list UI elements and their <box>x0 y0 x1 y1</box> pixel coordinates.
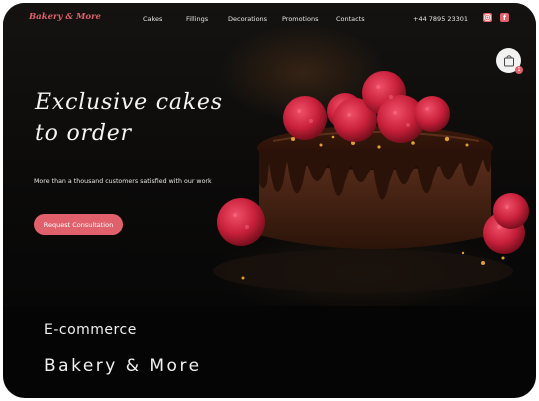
hero-title-line-2: to order <box>35 121 132 146</box>
nav-item-decorations[interactable]: Decorations <box>228 15 267 23</box>
nav-item-contacts[interactable]: Contacts <box>336 15 365 23</box>
cake-image <box>213 71 529 293</box>
footer-title: E-commerce <box>44 322 137 338</box>
instagram-icon[interactable] <box>483 13 492 22</box>
footer-subtitle: Bakery & More <box>44 356 202 376</box>
facebook-icon[interactable]: f <box>500 13 509 22</box>
phone-number[interactable]: +44 7895 23301 <box>413 15 468 23</box>
request-consultation-button[interactable]: Request Consultation <box>34 214 123 235</box>
shopping-bag-icon <box>503 55 514 67</box>
nav-item-fillings[interactable]: Fillings <box>186 15 208 23</box>
app-frame: Bakery & More Cakes Fillings Decorations… <box>3 3 536 398</box>
hero-title: Exclusive cakes to order <box>35 87 223 149</box>
hero-title-line-1: Exclusive cakes <box>35 90 223 115</box>
nav-item-promotions[interactable]: Promotions <box>282 15 318 23</box>
top-navbar: Bakery & More Cakes Fillings Decorations… <box>3 3 536 33</box>
brand-logo[interactable]: Bakery & More <box>29 12 101 22</box>
nav-item-cakes[interactable]: Cakes <box>143 15 162 23</box>
hero-section: Bakery & More Cakes Fillings Decorations… <box>3 3 536 306</box>
cart-count-badge: 1 <box>515 66 523 74</box>
hero-tagline: More than a thousand customers satisfied… <box>34 178 212 185</box>
